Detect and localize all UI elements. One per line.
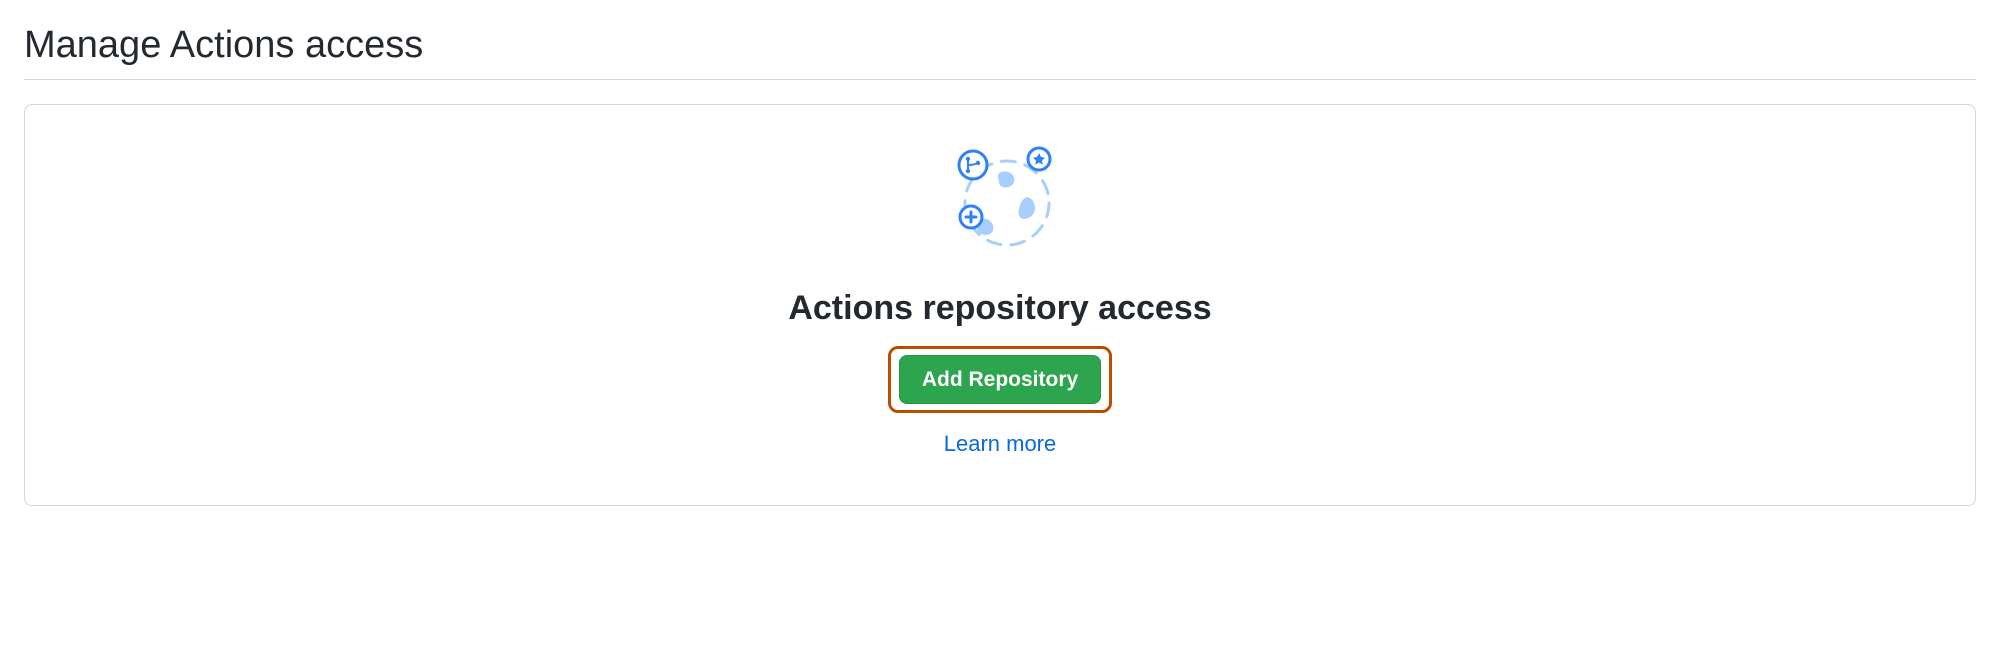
section-title: Manage Actions access — [24, 24, 1976, 80]
actions-access-panel: Actions repository access Add Repository… — [24, 104, 1976, 506]
learn-more-link[interactable]: Learn more — [944, 431, 1057, 457]
add-repository-highlight: Add Repository — [888, 346, 1112, 413]
globe-network-icon — [945, 145, 1055, 249]
card-heading: Actions repository access — [788, 289, 1211, 328]
add-repository-button[interactable]: Add Repository — [899, 355, 1101, 404]
